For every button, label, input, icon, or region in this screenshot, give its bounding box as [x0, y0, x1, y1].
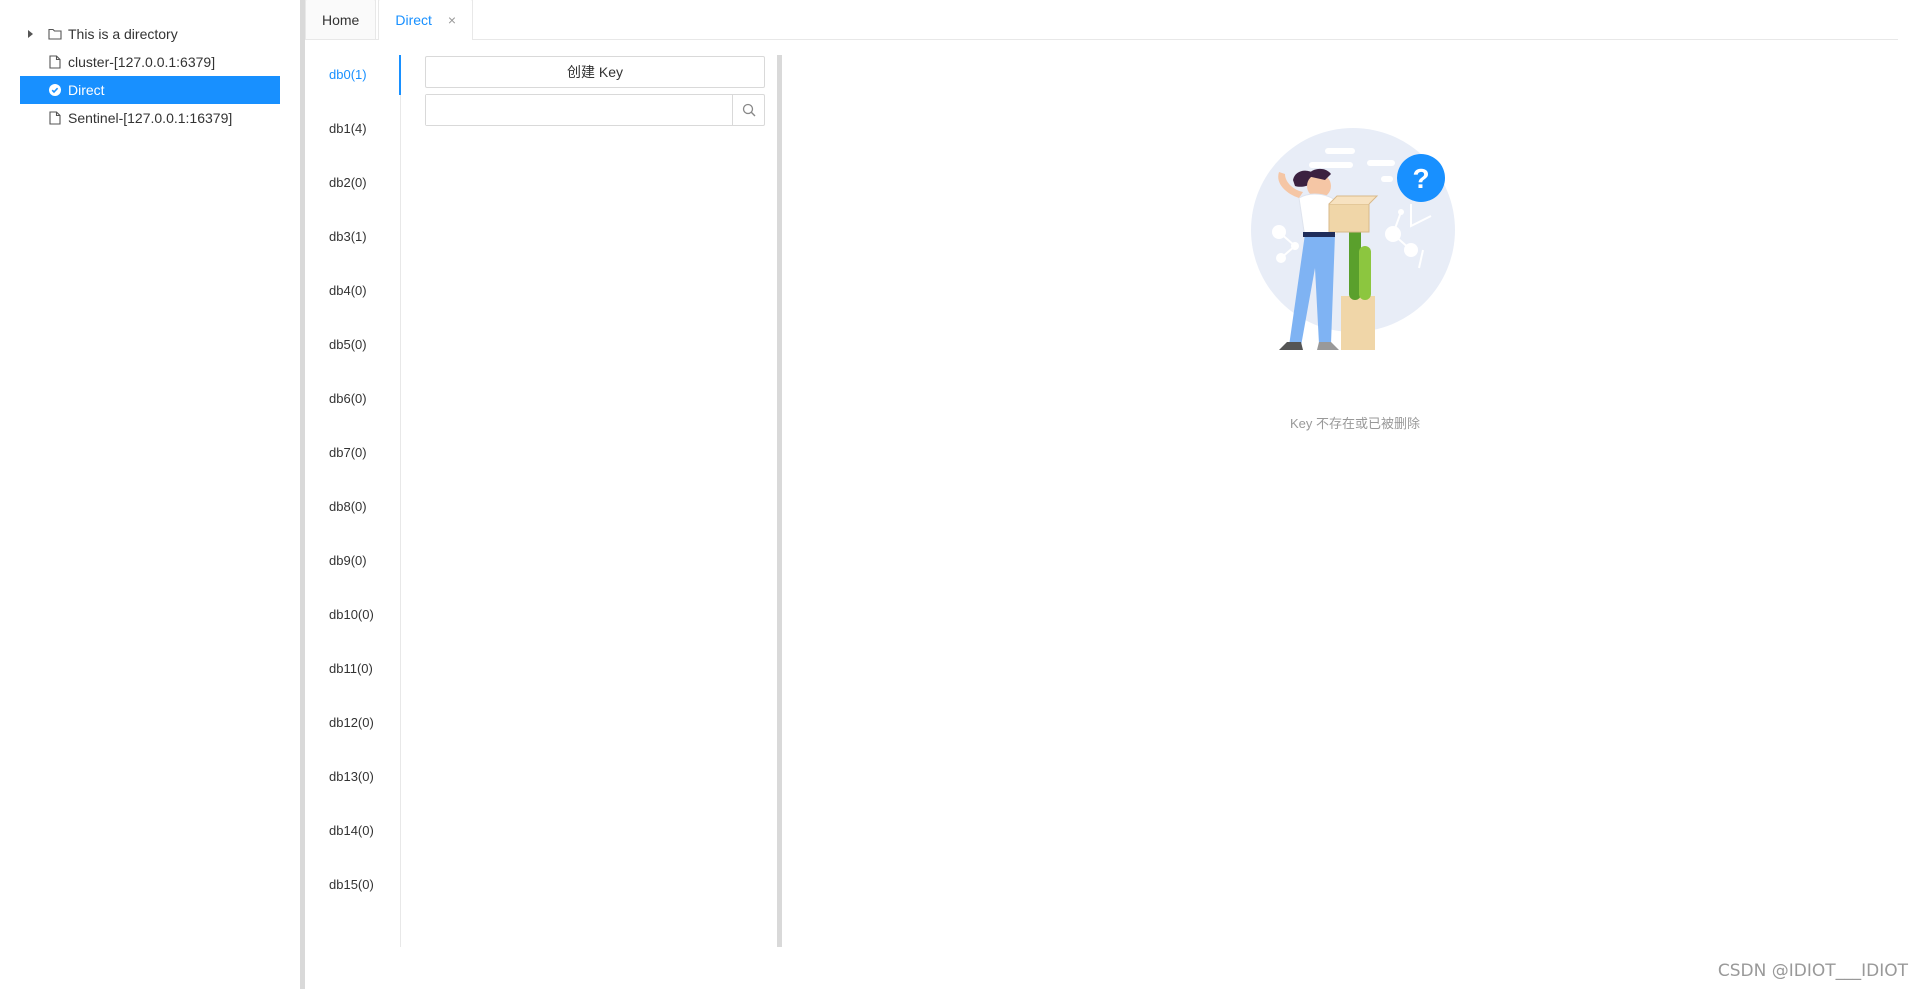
check-circle-icon: [48, 82, 62, 98]
db-item[interactable]: db8(0): [305, 487, 400, 541]
question-mark-icon: ?: [1412, 163, 1429, 194]
tab-label: Direct: [395, 12, 432, 28]
tab-home[interactable]: Home: [305, 0, 377, 39]
connection-tree: This is a directory cluster-[127.0.0.1:6…: [20, 20, 280, 132]
file-icon: [48, 110, 62, 126]
empty-illustration: ?: [1251, 128, 1455, 350]
tree-node-label: Sentinel-[127.0.0.1:16379]: [68, 110, 233, 126]
tree-node-cluster[interactable]: cluster-[127.0.0.1:6379]: [20, 48, 280, 76]
create-key-button[interactable]: 创建 Key: [425, 56, 765, 88]
db-item[interactable]: db11(0): [305, 649, 400, 703]
db-item[interactable]: db6(0): [305, 379, 400, 433]
db-item[interactable]: db15(0): [305, 865, 400, 919]
key-search-input[interactable]: [426, 95, 732, 125]
connection-sidebar: This is a directory cluster-[127.0.0.1:6…: [0, 0, 300, 989]
db-item[interactable]: db9(0): [305, 541, 400, 595]
db-item[interactable]: db2(0): [305, 163, 400, 217]
tree-node-label: cluster-[127.0.0.1:6379]: [68, 54, 216, 70]
database-list: db0(1) db1(4) db2(0) db3(1) db4(0) db5(0…: [305, 55, 401, 947]
folder-icon: [48, 26, 62, 42]
caret-right-icon[interactable]: [20, 20, 40, 48]
db-item[interactable]: db4(0): [305, 271, 400, 325]
db-item[interactable]: db10(0): [305, 595, 400, 649]
db-item[interactable]: db7(0): [305, 433, 400, 487]
tree-node-label: Direct: [68, 82, 105, 98]
tree-node-direct[interactable]: Direct: [20, 76, 280, 104]
db-item[interactable]: db13(0): [305, 757, 400, 811]
watermark: CSDN @IDIOT___IDIOT: [1717, 961, 1908, 981]
file-icon: [48, 54, 62, 70]
tab-bar: Home Direct ×: [305, 0, 1898, 40]
close-icon[interactable]: ×: [448, 12, 456, 28]
db-item[interactable]: db0(1): [305, 55, 401, 109]
empty-state: ? Key 不存在或已被删除: [1215, 100, 1495, 432]
tree-node-directory[interactable]: This is a directory: [20, 20, 280, 48]
search-icon[interactable]: [732, 95, 764, 125]
db-item[interactable]: db12(0): [305, 703, 400, 757]
db-item[interactable]: db3(1): [305, 217, 400, 271]
key-panel: 创建 Key: [425, 56, 767, 126]
tab-label: Home: [322, 11, 360, 28]
db-item[interactable]: db5(0): [305, 325, 400, 379]
key-panel-resize-handle[interactable]: [777, 55, 782, 947]
empty-description: Key 不存在或已被删除: [1289, 416, 1420, 431]
db-item[interactable]: db14(0): [305, 811, 400, 865]
db-item[interactable]: db1(4): [305, 109, 400, 163]
tree-node-label: This is a directory: [68, 26, 178, 42]
tab-direct[interactable]: Direct ×: [378, 0, 474, 40]
tree-node-sentinel[interactable]: Sentinel-[127.0.0.1:16379]: [20, 104, 280, 132]
key-search-box: [425, 94, 765, 126]
